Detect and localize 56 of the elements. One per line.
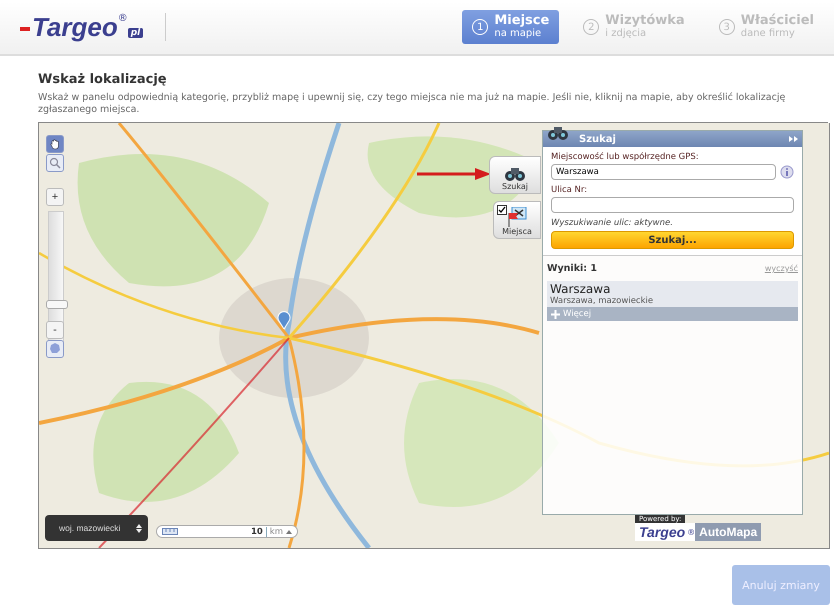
results-count: Wyniki: 1 bbox=[547, 263, 597, 274]
registered-mark: ® bbox=[687, 528, 696, 536]
country-shape-icon bbox=[49, 342, 61, 354]
page-description: Wskaż w panelu odpowiednią kategorię, przybliż mapę i upewnij się, czy tego miejsca nie ma już na mapie. Jeśli nie, kliknij na mapie, aby określić lokalizację zgłaszanego miejsca. bbox=[38, 92, 786, 116]
search-note: Wyszukiwanie ulic: aktywne. bbox=[551, 218, 674, 228]
checkbox[interactable] bbox=[497, 205, 507, 215]
step-number: 1 bbox=[472, 19, 488, 35]
binoculars-icon bbox=[504, 166, 526, 182]
input-field[interactable]: Warszawa bbox=[551, 164, 776, 180]
magnifier-icon bbox=[49, 157, 61, 169]
arrow-icon bbox=[417, 167, 491, 181]
hand-icon bbox=[49, 138, 61, 150]
logo-text: Targeo bbox=[32, 13, 118, 41]
side-tab[interactable]: Miejsca bbox=[493, 201, 541, 239]
scale-unit: km bbox=[266, 526, 283, 536]
step-number: 3 bbox=[718, 19, 735, 35]
info-icon[interactable] bbox=[780, 165, 794, 179]
step-title: Właściciel bbox=[740, 14, 814, 28]
result-detail: Warszawa, mazowieckie bbox=[549, 296, 654, 307]
plus-icon bbox=[551, 310, 560, 318]
logo-suffix: pl bbox=[128, 28, 144, 38]
scale-bar[interactable]: 10 km bbox=[156, 525, 298, 538]
step-subtitle: na mapie bbox=[494, 28, 542, 40]
zoom-out-button[interactable]: - bbox=[46, 321, 64, 339]
registered-mark: ® bbox=[118, 13, 128, 24]
region-select[interactable]: woj. mazowiecki bbox=[45, 515, 148, 541]
step-title: Miejsce bbox=[494, 14, 550, 28]
input-field[interactable] bbox=[551, 197, 794, 213]
side-tab-label: Miejsca bbox=[502, 227, 532, 236]
binoculars-icon bbox=[547, 125, 569, 141]
step-number: 2 bbox=[583, 19, 600, 35]
caret-icon bbox=[286, 530, 292, 534]
step-subtitle: i zdjęcia bbox=[605, 28, 648, 40]
result-name: Warszawa bbox=[549, 281, 612, 296]
scale-value: 10 bbox=[250, 526, 263, 536]
zoom-in-button[interactable]: + bbox=[46, 188, 64, 206]
map-tool-button[interactable] bbox=[46, 135, 64, 153]
result-item[interactable]: Warszawa Warszawa, mazowieckie Więcej bbox=[547, 281, 798, 321]
flag-tools-icon bbox=[506, 207, 528, 227]
updown-icon bbox=[136, 524, 142, 532]
region-zoom-button[interactable] bbox=[46, 340, 64, 358]
collapse-icon[interactable] bbox=[789, 136, 798, 142]
panel-title: Szukaj bbox=[579, 134, 616, 144]
field-label: Ulica Nr: bbox=[551, 185, 588, 195]
location-pin-icon bbox=[277, 311, 291, 329]
page-title: Wskaż lokalizację bbox=[38, 72, 168, 87]
partner-logo-text: AutoMapa bbox=[695, 523, 762, 541]
step-title: Wizytówka bbox=[605, 14, 685, 28]
side-tab-label: Szukaj bbox=[502, 182, 528, 191]
search-button[interactable]: Szukaj... bbox=[551, 231, 794, 249]
ruler-icon bbox=[162, 528, 178, 535]
logo-text: Targeo bbox=[638, 524, 686, 540]
field-label: Miejscowość lub współrzędne GPS: bbox=[551, 152, 700, 162]
step-subtitle: dane firmy bbox=[740, 28, 796, 40]
zoom-slider-thumb[interactable] bbox=[46, 300, 68, 310]
side-tab[interactable]: Szukaj bbox=[489, 156, 541, 194]
